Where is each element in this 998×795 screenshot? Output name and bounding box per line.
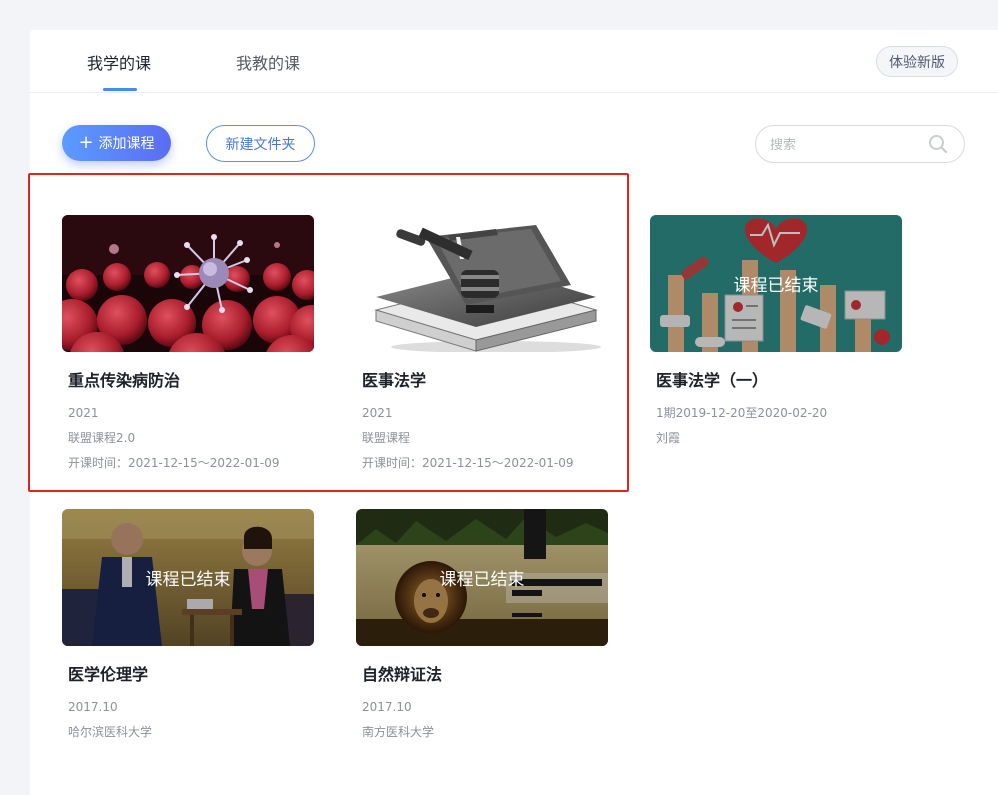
- tab-bar: 我学的课 我教的课 体验新版: [30, 30, 998, 93]
- course-cover-medical-hands: 课程已结束: [650, 215, 902, 352]
- course-card[interactable]: 课程已结束 医学伦理学 2017.10 哈尔滨医科大学: [62, 509, 314, 745]
- course-meta-teacher: 刘霞: [656, 431, 681, 445]
- course-cover-law-book: [356, 215, 608, 352]
- course-meta-dates: 开课时间：2021-12-15～2022-01-09: [68, 456, 280, 470]
- course-meta-program: 联盟课程: [362, 431, 411, 445]
- add-course-label: 添加课程: [98, 136, 155, 152]
- course-ended-overlay: 课程已结束: [650, 215, 902, 352]
- course-cover-lion: 课程已结束: [356, 509, 608, 646]
- course-title: 医学伦理学: [68, 665, 149, 684]
- course-card[interactable]: 课程已结束 医事法学（一） 1期2019-12-20至2020-02-20 刘霞: [650, 215, 902, 451]
- course-title: 医事法学（一）: [656, 371, 769, 390]
- course-meta-term: 1期2019-12-20至2020-02-20: [656, 406, 828, 420]
- course-cover-virus: [62, 215, 314, 352]
- new-folder-button[interactable]: 新建文件夹: [206, 125, 315, 162]
- course-meta: 2021 联盟课程2.0 开课时间：2021-12-15～2022-01-09: [62, 401, 314, 476]
- course-meta: 2017.10 哈尔滨医科大学: [62, 695, 314, 745]
- add-course-button[interactable]: + 添加课程: [62, 125, 171, 161]
- course-meta-year: 2021: [362, 406, 393, 420]
- tab-learning[interactable]: 我学的课: [87, 50, 151, 74]
- course-meta-year: 2017.10: [362, 700, 412, 714]
- course-ended-overlay: 课程已结束: [62, 509, 314, 646]
- course-cover-interview: 课程已结束: [62, 509, 314, 646]
- main-panel: 我学的课 我教的课 体验新版 + 添加课程 新建文件夹 搜索 重点传染病防治 2…: [28, 30, 998, 795]
- tab-teaching[interactable]: 我教的课: [236, 50, 300, 74]
- search-icon[interactable]: [928, 134, 948, 154]
- course-meta: 2021 联盟课程 开课时间：2021-12-15～2022-01-09: [356, 401, 608, 476]
- course-title: 重点传染病防治: [68, 371, 181, 390]
- course-card[interactable]: 重点传染病防治 2021 联盟课程2.0 开课时间：2021-12-15～202…: [62, 215, 314, 476]
- course-meta-year: 2017.10: [68, 700, 118, 714]
- course-card[interactable]: 医事法学 2021 联盟课程 开课时间：2021-12-15～2022-01-0…: [356, 215, 608, 476]
- course-meta-school: 哈尔滨医科大学: [68, 725, 153, 739]
- course-meta-program: 联盟课程2.0: [68, 431, 136, 445]
- course-ended-overlay: 课程已结束: [356, 509, 608, 646]
- course-title: 医事法学: [362, 371, 427, 390]
- course-meta-dates: 开课时间：2021-12-15～2022-01-09: [362, 456, 574, 470]
- course-card[interactable]: 课程已结束 自然辩证法 2017.10 南方医科大学: [356, 509, 608, 745]
- course-title: 自然辩证法: [362, 665, 443, 684]
- plus-icon: +: [78, 132, 94, 153]
- search-box: [755, 125, 965, 163]
- course-meta-year: 2021: [68, 406, 99, 420]
- try-new-version-button[interactable]: 体验新版: [876, 46, 958, 77]
- course-meta: 2017.10 南方医科大学: [356, 695, 608, 745]
- course-meta: 1期2019-12-20至2020-02-20 刘霞: [650, 401, 902, 451]
- search-input[interactable]: [770, 135, 920, 155]
- course-meta-school: 南方医科大学: [362, 725, 435, 739]
- active-tab-indicator: [103, 88, 137, 91]
